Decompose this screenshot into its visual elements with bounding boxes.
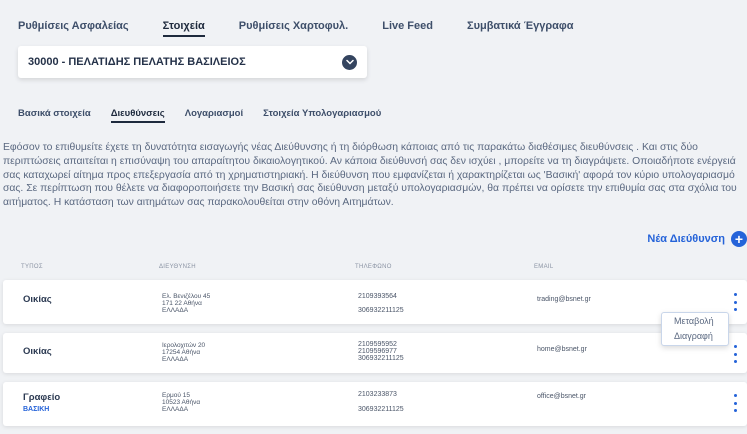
row-actions-menu: Μεταβολή Διαγραφή xyxy=(661,312,729,346)
address-type: Γραφείο xyxy=(23,392,61,403)
phone-number: 2109393564 xyxy=(358,293,397,300)
more-options-icon[interactable] xyxy=(729,345,741,363)
tab-contract-documents[interactable]: Συμβατικά Έγγραφα xyxy=(467,20,574,37)
tab-portfolio-settings[interactable]: Ρυθμίσεις Χαρτοφυλ. xyxy=(239,20,348,37)
email-address: home@bsnet.gr xyxy=(537,346,587,353)
tab-security-settings[interactable]: Ρυθμίσεις Ασφαλείας xyxy=(18,20,129,37)
more-options-icon[interactable] xyxy=(729,394,741,412)
column-header-type: ΤΥΠΟΣ xyxy=(21,264,43,270)
mobile-number: 306932211125 xyxy=(358,406,404,413)
address-street: Ιερολοχιτών 20 xyxy=(162,342,206,349)
address-row: Γραφείο ΒΑΣΙΚΗ Ερμού 15 10523 Αθήνα ΕΛΛΑ… xyxy=(3,382,747,426)
account-select[interactable]: 30000 - ΠΕΛΑΤΙΔΗΣ ΠΕΛΑΤΗΣ ΒΑΣΙΛΕΙΟΣ xyxy=(18,46,367,78)
account-select-label: 30000 - ΠΕΛΑΤΙΔΗΣ ΠΕΛΑΤΗΣ ΒΑΣΙΛΕΙΟΣ xyxy=(28,56,246,68)
chevron-down-icon[interactable] xyxy=(342,54,357,70)
address-row: Οικίας Ελ. Βενιζέλου 45 171 22 Αθήνα ΕΛΛ… xyxy=(3,280,747,324)
address-street: Ερμού 15 xyxy=(162,392,190,399)
phone-number: 2103233873 xyxy=(358,391,397,398)
plus-icon[interactable]: + xyxy=(731,231,747,247)
address-type: Οικίας xyxy=(23,294,52,305)
primary-badge: ΒΑΣΙΚΗ xyxy=(23,406,50,413)
column-header-phone: ΤΗΛΕΦΩΝΟ xyxy=(355,264,392,270)
menu-item-edit[interactable]: Μεταβολή xyxy=(674,316,714,326)
top-tab-bar: Ρυθμίσεις Ασφαλείας Στοιχεία Ρυθμίσεις Χ… xyxy=(18,20,608,37)
tab-details[interactable]: Στοιχεία xyxy=(162,20,205,37)
more-options-icon[interactable] xyxy=(729,293,741,311)
address-city: 10523 Αθήνα xyxy=(162,399,201,406)
address-street: Ελ. Βενιζέλου 45 xyxy=(162,293,211,300)
new-address-button[interactable]: Νέα Διεύθυνση + xyxy=(647,231,747,247)
address-country: ΕΛΛΑΔΑ xyxy=(162,307,189,314)
column-header-address: ΔΙΕΥΘΥΝΣΗ xyxy=(159,264,196,270)
tab-live-feed[interactable]: Live Feed xyxy=(382,20,433,37)
addresses-description: Εφόσον το επιθυμείτε έχετε τη δυνατότητα… xyxy=(3,142,737,209)
tab-subaccount-info[interactable]: Στοιχεία Υπολογαριασμού xyxy=(263,108,381,123)
address-city: 17254 Αθήνα xyxy=(162,349,201,356)
column-header-email: EMAIL xyxy=(534,264,554,270)
address-type: Οικίας xyxy=(23,346,52,357)
address-country: ΕΛΛΑΔΑ xyxy=(162,356,189,363)
address-city: 171 22 Αθήνα xyxy=(162,300,202,307)
email-address: trading@bsnet.gr xyxy=(537,296,591,303)
tab-basic-info[interactable]: Βασικά στοιχεία xyxy=(18,108,91,123)
email-address: office@bsnet.gr xyxy=(537,393,587,400)
sub-tab-bar: Βασικά στοιχεία Διευθύνσεις Λογαριασμοί … xyxy=(18,108,401,123)
address-row: Οικίας Ιερολοχιτών 20 17254 Αθήνα ΕΛΛΑΔΑ… xyxy=(3,333,747,373)
tab-addresses[interactable]: Διευθύνσεις xyxy=(110,108,165,123)
menu-item-delete[interactable]: Διαγραφή xyxy=(674,331,713,341)
mobile-number: 306932211125 xyxy=(358,355,404,362)
mobile-number: 306932211125 xyxy=(358,307,404,314)
new-address-label: Νέα Διεύθυνση xyxy=(647,233,725,245)
tab-accounts[interactable]: Λογαριασμοί xyxy=(185,108,243,123)
address-country: ΕΛΛΑΔΑ xyxy=(162,406,189,413)
